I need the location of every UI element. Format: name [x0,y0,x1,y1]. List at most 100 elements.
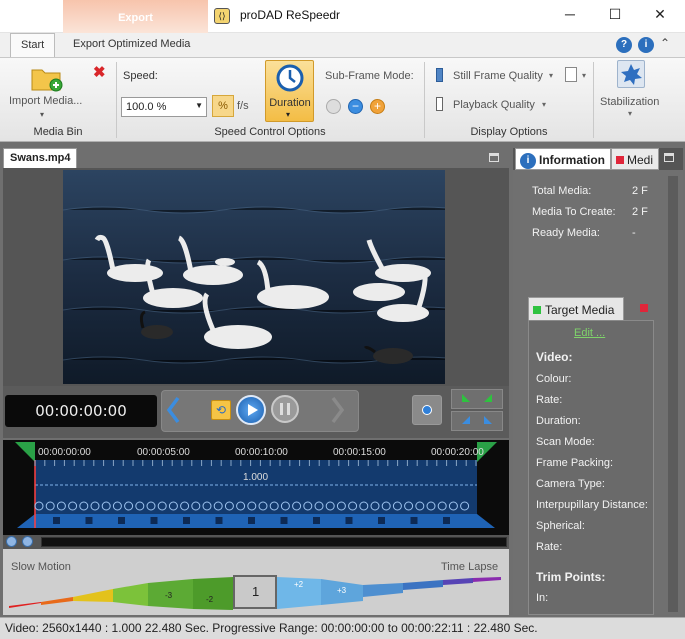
video-property: Spherical: [536,520,585,532]
info-value: 2 F [632,185,648,197]
speed-control-group-label: Speed Control Options [214,126,326,138]
duration-dropdown-icon: ▾ [286,110,291,119]
trim-property: In: [536,592,549,604]
maximize-button[interactable]: ☐ [600,6,630,26]
tab-start[interactable]: Start [10,33,56,57]
target-status-icon [533,306,541,314]
timeline[interactable]: 00:00:00:00 00:00:05:00 00:00:10:00 00:0… [3,440,509,535]
ribbon: ✖ Import Media... ▾ Media Bin Speed: 100… [0,57,685,142]
video-property: Duration: [536,415,581,427]
import-dropdown-icon[interactable]: ▾ [40,110,44,119]
speed-curve-graph [9,575,501,610]
timeline-tick-label: 00:00:10:00 [235,447,288,458]
maximize-preview-icon[interactable] [489,153,499,162]
zoom-in-arrows-button[interactable] [451,389,503,409]
import-media-label[interactable]: Import Media... [9,95,82,107]
tab-information[interactable]: i Information [515,148,611,170]
target-close-icon[interactable] [640,304,648,312]
clip-tab[interactable]: Swans.mp4 [3,148,77,168]
speed-label: Speed: [123,70,158,82]
playback-dropdown-icon[interactable]: ▾ [542,100,546,109]
stabilization-label[interactable]: Stabilization [600,96,659,108]
swans-frame-image [63,170,445,384]
import-media-icon[interactable] [30,62,64,92]
maximize-panel-icon[interactable] [664,153,674,162]
video-property: Colour: [536,373,572,385]
speed-curve-panel[interactable]: Slow Motion Time Lapse -3 -2 1 +2 +3 [3,549,509,615]
zoom-in-icon[interactable] [6,536,17,547]
timeline-tick-label: 00:00:00:00 [38,447,91,458]
loop-icon[interactable]: ⟲ [211,400,231,420]
video-preview [63,170,445,384]
info-icon[interactable]: i [638,37,654,53]
zoom-out-icon[interactable] [22,536,33,547]
media-bin-group-label: Media Bin [33,126,83,138]
window-title: proDAD ReSpeedr [240,8,341,22]
edit-link[interactable]: Edit ... [574,327,605,339]
speed-input[interactable]: 100.0 % ▼ [121,97,207,117]
timecode-display: 00:00:00:00 [5,395,157,427]
speed-segment-selected[interactable]: 1 [252,584,259,599]
export-context-tab[interactable]: Export [63,0,208,33]
info-label: Total Media: [532,185,592,197]
info-value: 2 F [632,206,648,218]
pause-button[interactable] [271,395,299,423]
video-property: Interpupillary Distance: [536,499,648,511]
media-status-icon [616,156,624,164]
video-property: Rate: [536,541,563,553]
help-icon[interactable]: ? [616,37,632,53]
subframe-minus-icon[interactable]: − [348,99,363,114]
playback-quality-icon [436,97,443,111]
close-button[interactable]: ✕ [645,6,675,26]
tab-media[interactable]: Medi [611,148,659,170]
document-dropdown-icon[interactable]: ▾ [582,71,586,80]
zoom-out-arrows-button[interactable] [451,411,503,431]
information-icon: i [520,153,536,169]
trim-points-heading: Trim Points: [536,570,606,584]
remove-media-icon[interactable]: ✖ [93,63,106,81]
speed-dropdown-icon[interactable]: ▼ [195,101,203,110]
right-panel-scrollbar[interactable] [668,176,678,612]
timeline-scrollbar[interactable] [41,537,507,547]
play-button[interactable] [236,395,266,425]
tab-target-media[interactable]: Target Media [528,297,624,321]
speed-value: 100.0 % [126,101,167,113]
tab-export-optimized-media[interactable]: Export Optimized Media [63,33,200,57]
subframe-plus-icon[interactable]: + [370,99,385,114]
video-property: Scan Mode: [536,436,595,448]
display-options-group-label: Display Options [470,126,548,138]
status-bar: Video: 2560x1440 : 1.000 22.480 Sec. Pro… [0,617,685,639]
percent-button[interactable]: % [212,95,234,117]
minimize-button[interactable]: ─ [555,6,585,26]
timeline-speed-value: 1.000 [243,472,269,483]
timeline-tick-label: 00:00:05:00 [137,447,190,458]
duration-button[interactable]: Duration ▾ [265,60,314,122]
previous-frame-icon[interactable] [166,396,180,424]
app-logo-icon: ⟨⟩ [214,8,230,24]
speed-segment[interactable]: +2 [294,580,303,589]
document-icon[interactable] [565,67,577,82]
still-frame-quality-dropdown[interactable]: Still Frame Quality [453,70,543,82]
speed-segment[interactable]: -3 [165,591,172,600]
timeline-zoom-bar [3,535,509,549]
information-tab-label: Information [539,153,605,168]
stabilization-dropdown-icon[interactable]: ▾ [628,109,632,118]
subframe-mode-label: Sub-Frame Mode: [325,70,414,82]
marker-button[interactable] [412,395,442,425]
stabilization-icon[interactable] [617,60,645,88]
next-frame-icon[interactable] [331,396,345,424]
still-frame-dropdown-icon[interactable]: ▾ [549,71,553,80]
speed-segment[interactable]: -2 [206,595,213,604]
timeline-tick-label: 00:00:20:00 [431,447,484,458]
playback-quality-dropdown[interactable]: Playback Quality [453,99,535,111]
still-frame-quality-icon [436,68,443,82]
info-label: Media To Create: [532,206,616,218]
clock-icon [276,64,304,92]
speed-segment[interactable]: +3 [337,586,346,595]
subframe-off-icon[interactable] [326,99,341,114]
ribbon-separator [593,62,594,138]
fps-label[interactable]: f/s [237,100,249,112]
video-property: Camera Type: [536,478,605,490]
collapse-ribbon-icon[interactable]: ⌃ [660,36,670,50]
info-label: Ready Media: [532,227,600,239]
